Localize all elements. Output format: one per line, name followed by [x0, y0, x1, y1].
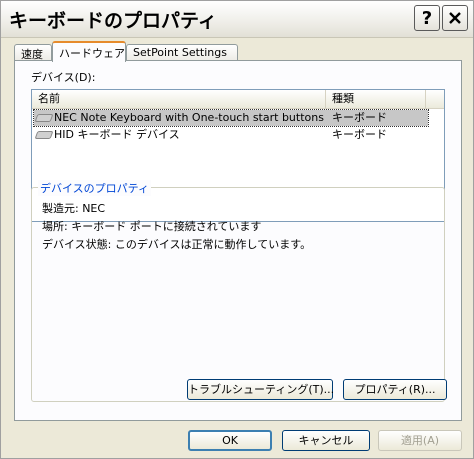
device-type: キーボード [332, 111, 387, 124]
column-header-name[interactable]: 名前 [32, 90, 326, 108]
list-item[interactable]: NEC Note Keyboard with One-touch start b… [33, 109, 429, 127]
manufacturer-text: 製造元: NEC [42, 202, 106, 215]
tab-speed[interactable]: 速度 [14, 44, 52, 61]
keyboard-icon [34, 114, 54, 122]
tab-setpoint-settings[interactable]: SetPoint Settings [126, 44, 238, 61]
device-name: HID キーボード デバイス [54, 128, 180, 141]
apply-button[interactable]: 適用(A) [378, 430, 462, 451]
tab-hardware[interactable]: ハードウェア [52, 41, 126, 62]
close-button[interactable] [442, 5, 468, 31]
device-properties-group: デバイスのプロパティ 製造元: NEC 場所: キーボード ポートに接続されてい… [31, 180, 447, 402]
device-status-text: デバイス状態: このデバイスは正常に動作しています。 [42, 238, 312, 251]
device-properties-button[interactable]: プロパティ(R)... [343, 379, 447, 400]
window-title: キーボードのプロパティ [9, 10, 217, 32]
keyboard-icon [34, 131, 54, 139]
column-header-type[interactable]: 種類 [326, 90, 426, 108]
device-name: NEC Note Keyboard with One-touch start b… [54, 111, 324, 124]
troubleshoot-button[interactable]: トラブルシューティング(T)... [187, 379, 334, 400]
devices-label: デバイス(D): [31, 71, 96, 84]
properties-dialog: キーボードのプロパティ ? 速度 ハードウェア SetPoint Setting… [0, 0, 474, 459]
tab-panel-hardware: デバイス(D): 名前 種類 NEC Note Keyboard with On… [14, 60, 462, 421]
ok-button[interactable]: OK [188, 430, 272, 451]
group-title: デバイスのプロパティ [38, 180, 152, 196]
cancel-button[interactable]: キャンセル [282, 430, 370, 451]
close-icon [449, 12, 461, 24]
list-header: 名前 種類 [32, 90, 444, 109]
list-item[interactable]: HID キーボード デバイス キーボード [34, 127, 428, 143]
title-bar[interactable]: キーボードのプロパティ ? [1, 1, 473, 38]
help-button[interactable]: ? [414, 5, 440, 31]
location-text: 場所: キーボード ポートに接続されています [42, 220, 262, 233]
device-type: キーボード [332, 128, 387, 141]
